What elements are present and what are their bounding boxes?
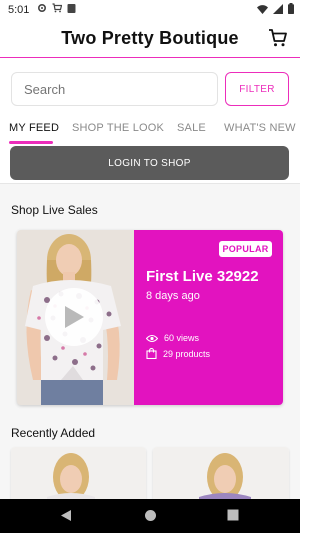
app-bar: Two Pretty Boutique <box>0 20 300 58</box>
views-stat: 60 views <box>146 333 199 343</box>
status-time: 5:01 <box>8 4 30 16</box>
shopping-bag-icon <box>146 348 157 359</box>
products-count: 29 products <box>163 348 211 359</box>
section-heading-live-sales: Shop Live Sales <box>11 203 98 217</box>
clipboard-icon <box>67 4 76 13</box>
filter-button[interactable]: FILTER <box>225 72 289 106</box>
live-sale-image <box>17 230 134 405</box>
recent-product-card[interactable] <box>11 447 146 507</box>
live-sale-info: POPULAR First Live 32922 8 days ago 60 v… <box>134 230 283 405</box>
signal-icon <box>273 3 283 14</box>
products-stat: 29 products <box>146 348 210 359</box>
wifi-icon <box>257 4 268 14</box>
section-heading-recently-added: Recently Added <box>11 426 96 440</box>
play-icon <box>65 306 84 328</box>
cart-icon <box>52 3 62 13</box>
search-input[interactable] <box>11 72 218 106</box>
tab-bar: MY FEED SHOP THE LOOK SALE WHAT'S NEW <box>0 119 300 143</box>
live-sale-date: 8 days ago <box>146 290 200 302</box>
popular-badge: POPULAR <box>219 241 272 257</box>
recent-product-card[interactable] <box>153 447 289 507</box>
live-sale-title: First Live 32922 <box>146 268 259 285</box>
home-icon[interactable] <box>144 509 157 522</box>
settings-icon <box>37 3 47 13</box>
play-button[interactable] <box>45 288 103 346</box>
views-count: 60 views <box>164 333 200 343</box>
system-nav-bar <box>0 499 300 533</box>
tab-my-feed[interactable]: MY FEED <box>9 122 59 134</box>
product-photo <box>153 447 289 507</box>
cart-icon[interactable] <box>268 28 288 48</box>
login-to-shop-button[interactable]: LOGIN TO SHOP <box>10 146 289 180</box>
active-tab-indicator <box>9 141 53 144</box>
eye-icon <box>146 334 158 342</box>
product-photo <box>11 447 146 507</box>
app-title: Two Pretty Boutique <box>61 28 239 48</box>
recents-icon[interactable] <box>227 509 239 521</box>
back-icon[interactable] <box>60 509 72 522</box>
tab-whats-new[interactable]: WHAT'S NEW <box>224 122 296 134</box>
status-bar: 5:01 <box>0 0 300 20</box>
live-sale-card[interactable]: POPULAR First Live 32922 8 days ago 60 v… <box>17 230 283 405</box>
tab-shop-the-look[interactable]: SHOP THE LOOK <box>72 122 164 134</box>
battery-icon <box>288 3 294 14</box>
tab-sale[interactable]: SALE <box>177 122 206 134</box>
